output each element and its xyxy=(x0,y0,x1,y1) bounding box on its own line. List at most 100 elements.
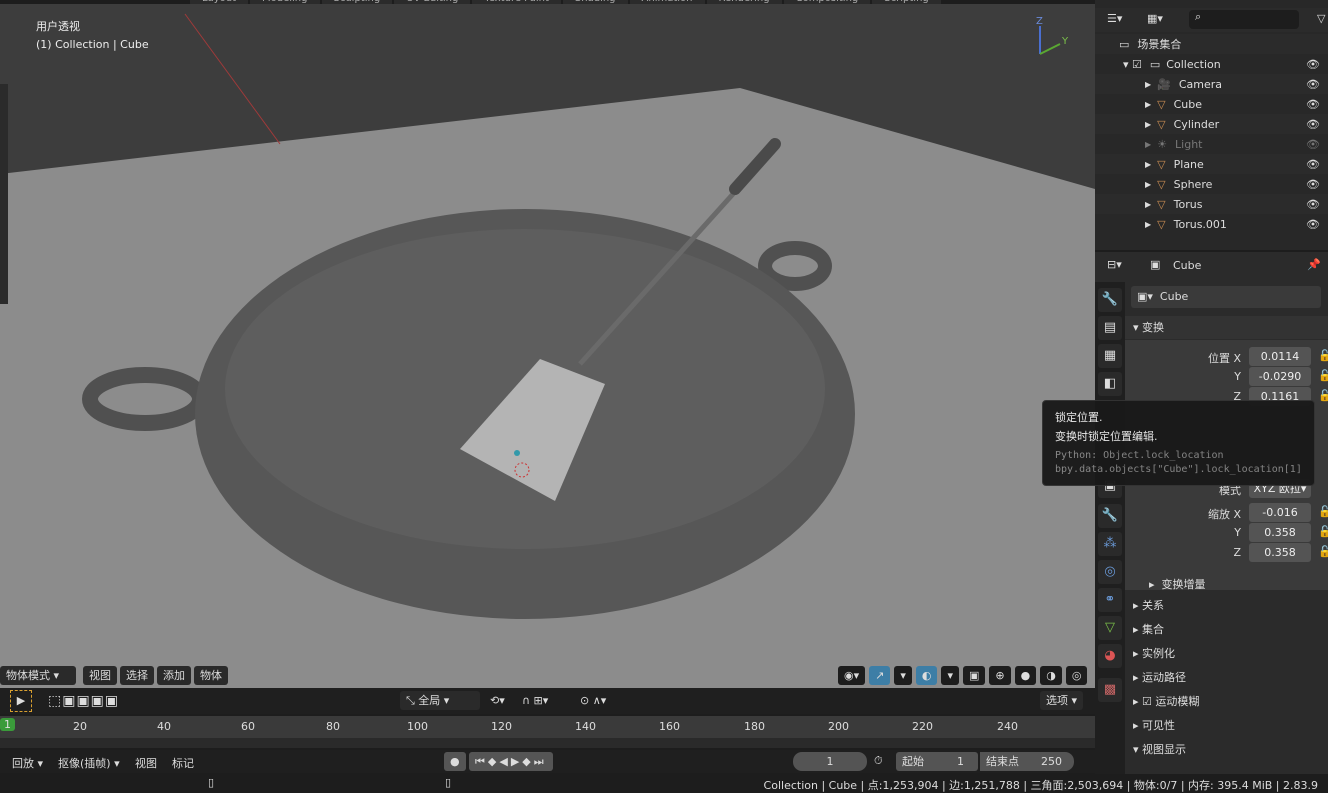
scale-y[interactable]: 0.358 xyxy=(1249,523,1311,542)
expand-icon[interactable]: ▶ xyxy=(1145,200,1151,209)
editor-type-icon[interactable]: ⊟▾ xyxy=(1107,258,1122,271)
scale-z[interactable]: 0.358 xyxy=(1249,543,1311,562)
expand-icon[interactable]: ▶ xyxy=(1145,220,1151,229)
mode-dropdown[interactable]: 物体模式 ▾ xyxy=(0,666,76,685)
playback-menu[interactable]: 回放 ▾ xyxy=(12,755,43,771)
output-tab-icon[interactable]: ▦ xyxy=(1098,344,1122,368)
toolbar-strip[interactable] xyxy=(0,84,8,304)
data-tab-icon[interactable]: ▽ xyxy=(1098,616,1122,640)
expand-icon[interactable]: ▶ xyxy=(1145,80,1151,89)
3d-viewport[interactable]: ZY 用户透视 (1) Collection | Cube 物体模式 ▾ 视图 … xyxy=(0,4,1095,688)
view-layer-tab-icon[interactable]: ◧ xyxy=(1098,372,1122,396)
eye-icon[interactable]: 👁 xyxy=(1306,118,1320,131)
panel-relations[interactable]: ▸ 关系 xyxy=(1125,594,1328,617)
expand-icon[interactable]: ▶ xyxy=(1145,140,1151,149)
lock-icon[interactable]: 🔓 xyxy=(1318,369,1328,382)
visibility-icon[interactable]: ◉▾ xyxy=(838,666,866,685)
eye-icon[interactable]: 👁 xyxy=(1306,78,1320,91)
texture-tab-icon[interactable]: ▩ xyxy=(1098,678,1122,702)
marker-menu[interactable]: 标记 xyxy=(172,755,194,771)
lock-icon[interactable]: 🔓 xyxy=(1318,389,1328,402)
outliner-item[interactable]: ▶ ▽ Plane 👁 xyxy=(1095,154,1328,174)
snap-icon[interactable]: ∩ ⊞▾ xyxy=(522,694,548,707)
search-input[interactable]: ⌕ xyxy=(1189,10,1299,29)
lock-icon[interactable]: 🔓 xyxy=(1318,349,1328,362)
overlay-icon[interactable]: ◐ xyxy=(915,666,938,685)
current-frame-field[interactable]: 1 xyxy=(793,752,867,771)
eye-icon[interactable]: 👁 xyxy=(1306,58,1320,71)
outliner-item[interactable]: ▶ ▽ Torus.001 👁 xyxy=(1095,214,1328,234)
expand-icon[interactable]: ▶ xyxy=(1145,180,1151,189)
particles-tab-icon[interactable]: ⁂ xyxy=(1098,532,1122,556)
gizmo-icon[interactable]: ↗ xyxy=(869,666,891,685)
overlay-dropdown[interactable]: ▾ xyxy=(941,666,960,685)
display-mode-icon[interactable]: ☰▾ xyxy=(1107,12,1122,25)
panel-motion-blur[interactable]: ▸ ☑ 运动模糊 xyxy=(1125,690,1328,713)
modifier-tab-icon[interactable]: 🔧 xyxy=(1098,504,1122,528)
outliner-item[interactable]: ▶ ▽ Torus 👁 xyxy=(1095,194,1328,214)
render-tab-icon[interactable]: ▤ xyxy=(1098,316,1122,340)
frame-ruler[interactable]: 1 20 40 60 80 100 120 140 160 180 200 22… xyxy=(0,716,1095,738)
scene-collection[interactable]: ▭ 场景集合 xyxy=(1095,34,1328,54)
panel-viewport-display[interactable]: ▾ 视图显示 xyxy=(1125,738,1328,761)
pin-icon[interactable]: 📌 xyxy=(1307,258,1321,271)
lock-icon[interactable]: 🔓 xyxy=(1318,525,1328,538)
lock-icon[interactable]: 🔓 xyxy=(1318,505,1328,518)
start-frame-field[interactable]: 起始 1 xyxy=(896,752,978,771)
proportional-icon[interactable]: ⊙ ∧▾ xyxy=(580,694,606,707)
shading-wireframe-icon[interactable]: ⊕ xyxy=(989,666,1011,685)
end-frame-field[interactable]: 结束点 250 xyxy=(980,752,1074,771)
eye-icon[interactable]: 👁 xyxy=(1306,138,1320,151)
eye-icon[interactable]: 👁 xyxy=(1306,218,1320,231)
menu-object[interactable]: 物体 xyxy=(194,666,228,685)
eye-icon[interactable]: 👁 xyxy=(1306,98,1320,111)
current-frame-marker[interactable]: 1 xyxy=(0,718,15,731)
tool-tab-icon[interactable]: 🔧 xyxy=(1098,288,1122,312)
menu-select[interactable]: 选择 xyxy=(120,666,154,685)
location-x[interactable]: 0.0114 xyxy=(1249,347,1311,366)
expand-icon[interactable]: ▶ xyxy=(1145,100,1151,109)
select-mode-icons[interactable]: ⬚▣▣▣▣ xyxy=(48,693,119,709)
object-name-field[interactable]: ▣▾ Cube xyxy=(1131,286,1321,308)
timeline-scrollbar[interactable] xyxy=(0,738,1095,748)
shading-solid-icon[interactable]: ● xyxy=(1014,666,1037,685)
playback-controls[interactable]: ⏮◆◀▶◆⏭ xyxy=(469,752,553,771)
panel-instancing[interactable]: ▸ 实例化 xyxy=(1125,642,1328,665)
keying-menu[interactable]: 抠像(插帧) ▾ xyxy=(58,755,120,771)
lock-icon[interactable]: 🔓 xyxy=(1318,545,1328,558)
scale-x[interactable]: -0.016 xyxy=(1249,503,1311,522)
record-button[interactable]: ● xyxy=(444,752,466,771)
transform-panel-header[interactable]: ▾ 变换 xyxy=(1125,316,1328,339)
menu-add[interactable]: 添加 xyxy=(157,666,191,685)
filter-icon[interactable]: ▽ xyxy=(1317,12,1325,25)
delta-transform-header[interactable]: ▸ 变换增量 xyxy=(1149,576,1206,592)
eye-icon[interactable]: 👁 xyxy=(1306,158,1320,171)
outliner-item[interactable]: ▶ ▽ Cylinder 👁 xyxy=(1095,114,1328,134)
filter-view-icon[interactable]: ▦▾ xyxy=(1147,12,1163,25)
constraints-tab-icon[interactable]: ⚭ xyxy=(1098,588,1122,612)
panel-collections[interactable]: ▸ 集合 xyxy=(1125,618,1328,641)
expand-icon[interactable]: ▶ xyxy=(1145,160,1151,169)
eye-icon[interactable]: 👁 xyxy=(1306,178,1320,191)
outliner-item[interactable]: ▶ 🎥 Camera 👁 xyxy=(1095,74,1328,94)
shading-rendered-icon[interactable]: ◎ xyxy=(1065,666,1088,685)
outliner-item[interactable]: ▶ ▽ Cube 👁 xyxy=(1095,94,1328,114)
expand-icon[interactable]: ▶ xyxy=(1145,120,1151,129)
material-tab-icon[interactable]: ◕ xyxy=(1098,644,1122,668)
select-tool-icon[interactable]: ▶ xyxy=(10,690,32,712)
xray-icon[interactable]: ▣ xyxy=(963,666,986,685)
physics-tab-icon[interactable]: ◎ xyxy=(1098,560,1122,584)
panel-visibility[interactable]: ▸ 可见性 xyxy=(1125,714,1328,737)
pivot-icon[interactable]: ⟲▾ xyxy=(490,694,505,707)
shading-material-icon[interactable]: ◑ xyxy=(1040,666,1062,685)
view-menu[interactable]: 视图 xyxy=(135,755,157,771)
orientation-dropdown[interactable]: ⤡ 全局 ▾ xyxy=(400,691,480,710)
location-y[interactable]: -0.0290 xyxy=(1249,367,1311,386)
outliner-item[interactable]: ▶ ▽ Sphere 👁 xyxy=(1095,174,1328,194)
outliner-item[interactable]: ▶ ☀ Light 👁 xyxy=(1095,134,1328,154)
gizmo-dropdown[interactable]: ▾ xyxy=(894,666,912,685)
eye-icon[interactable]: 👁 xyxy=(1306,198,1320,211)
panel-motion-paths[interactable]: ▸ 运动路径 xyxy=(1125,666,1328,689)
options-dropdown[interactable]: 选项 ▾ xyxy=(1040,691,1084,710)
menu-view[interactable]: 视图 xyxy=(83,666,117,685)
